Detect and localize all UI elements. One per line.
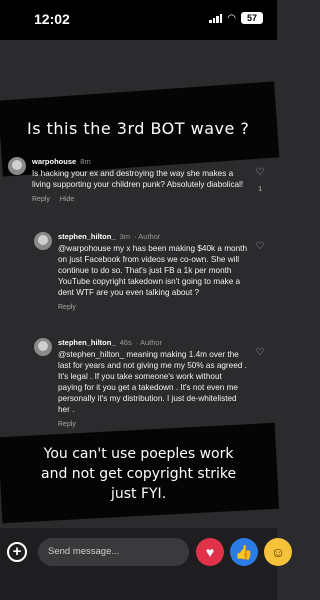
avatar[interactable] [34,232,52,250]
like-count: 1 [258,186,262,193]
battery-icon: 57 [241,12,263,24]
status-bar: 12:02 ◠ 57 [0,0,277,40]
thumbs-up-icon[interactable]: 👍 [230,538,258,566]
comment-header: stephen_hilton_ 46s · Author [58,338,248,347]
signal-icon [209,13,223,23]
status-time: 12:02 [34,11,70,27]
comment-time: 8m [80,157,91,166]
composer-bar: + Send message... ♥ 👍 ☺ [0,528,292,600]
hide-button[interactable]: Hide [60,196,74,203]
comment-username[interactable]: stephen_hilton_ [58,232,116,241]
wifi-icon: ◠ [227,12,236,24]
avatar[interactable] [34,338,52,356]
author-badge: · Author [134,232,161,241]
comment-username[interactable]: warpohouse [32,157,76,166]
status-icons: ◠ 57 [209,12,263,24]
emoji-icon[interactable]: ☺ [264,538,292,566]
comment-text: @stephen_hilton_ meaning making 1.4m ove… [58,350,247,414]
comment-text: Is hacking your ex and destroying the wa… [32,169,244,189]
like-heart-icon[interactable]: ♡ [255,348,265,358]
banner-bottom-line3: just FYI. [110,485,167,502]
like-heart-icon[interactable]: ♡ [255,242,265,252]
comment-text: @warpohouse my x has been making $40k a … [58,244,247,297]
reply-button[interactable]: Reply [58,421,76,428]
comment-username[interactable]: stephen_hilton_ [58,338,116,347]
avatar[interactable] [8,157,26,175]
like-heart-icon[interactable]: ♡ [255,168,265,178]
plus-circle-icon[interactable]: + [7,542,27,562]
banner-top-text: Is this the 3rd BOT wave ? [27,119,250,139]
comment-header: warpohouse 8m [32,157,247,166]
author-badge: · Author [135,338,163,347]
comment-time: 46s [119,338,132,347]
reply-button[interactable]: Reply [58,304,76,311]
reply-button[interactable]: Reply [32,196,50,203]
banner-bottom-line1: You can't use poeples work [43,445,234,462]
overlay-banner-bottom: You can't use poeples work and not get c… [0,422,280,524]
heart-icon[interactable]: ♥ [196,538,224,566]
message-input[interactable]: Send message... [38,538,189,566]
comment-header: stephen_hilton_ 3m · Author [58,232,248,241]
banner-bottom-line2: and not get copyright strike [41,465,237,482]
comment-time: 3m [119,232,131,241]
